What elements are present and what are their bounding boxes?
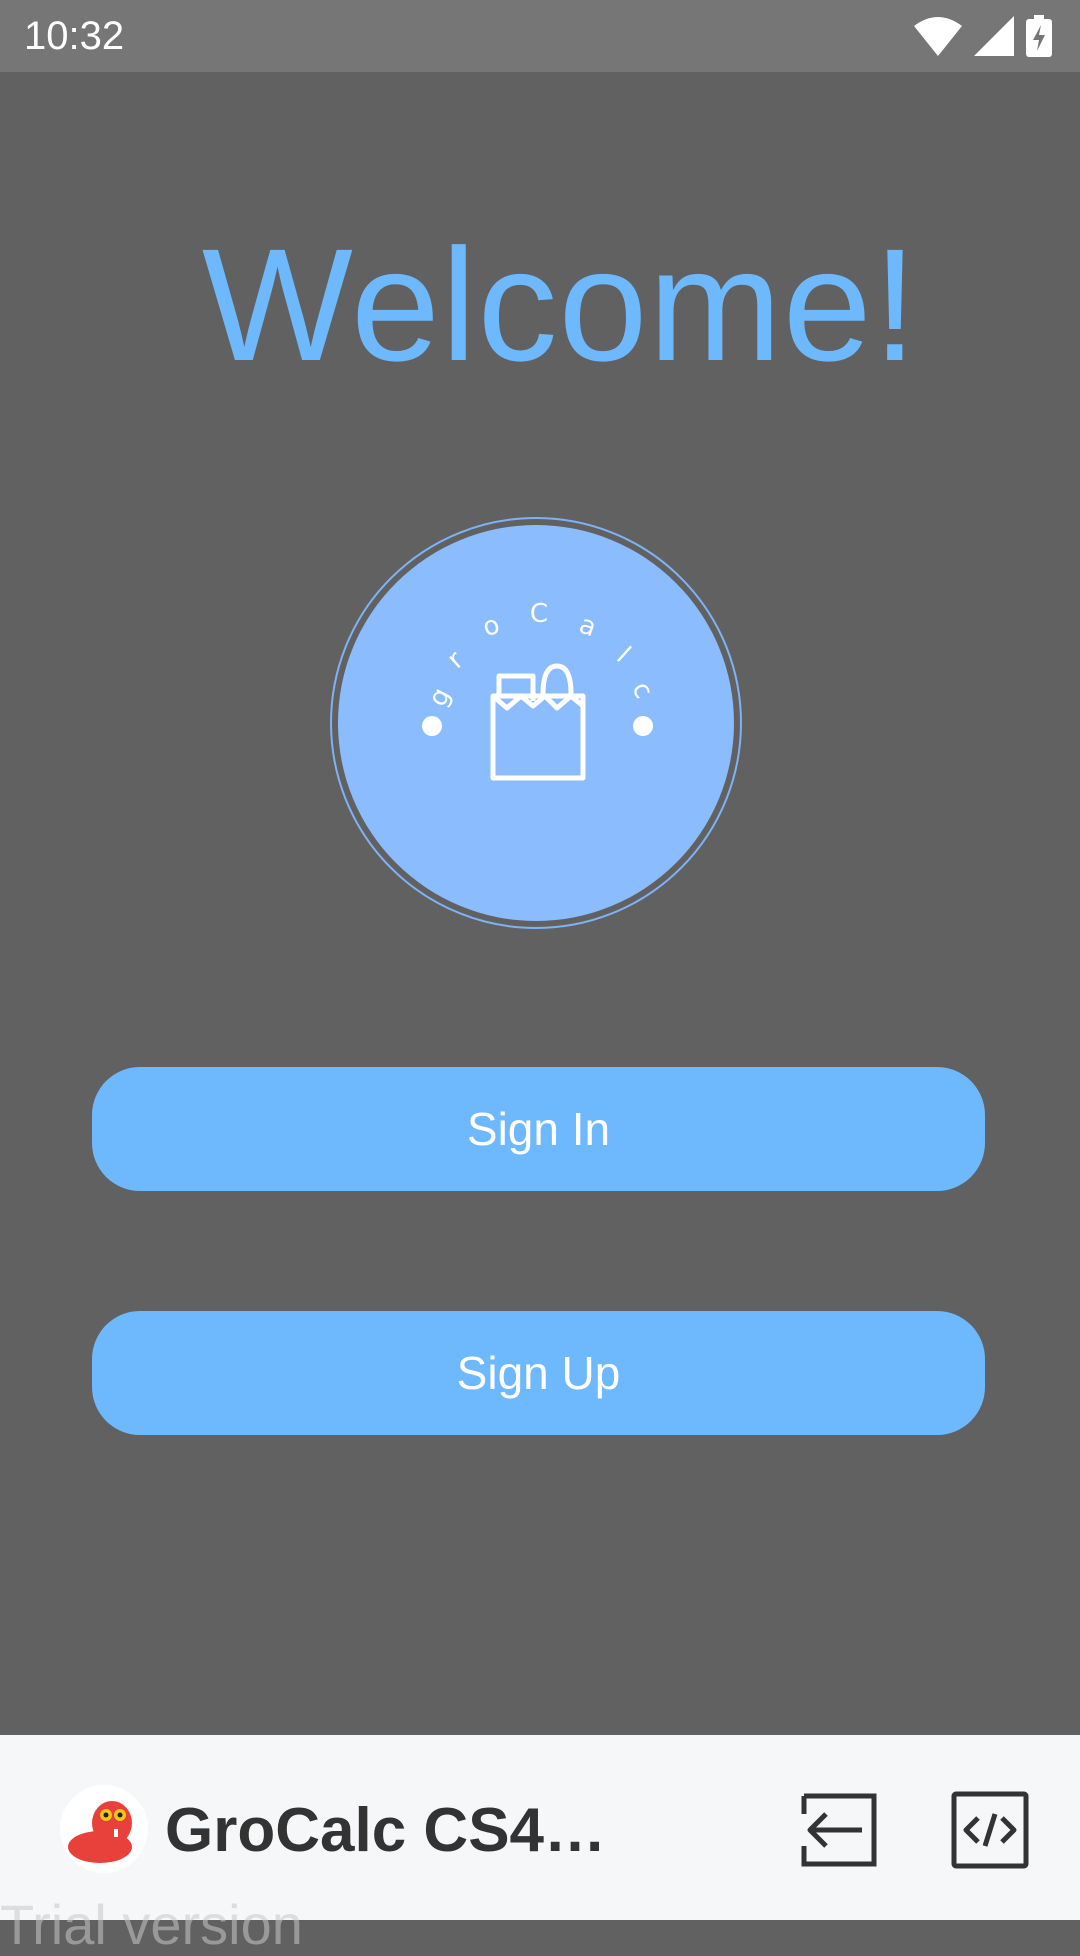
welcome-heading: Welcome! <box>201 215 919 394</box>
status-time: 10:32 <box>24 14 125 58</box>
sign-in-button[interactable]: Sign In <box>92 1067 985 1191</box>
grocalc-logo: g r o C a l c <box>329 516 743 930</box>
battery-charging-icon <box>1026 15 1052 57</box>
sign-up-label: Sign Up <box>456 1347 621 1399</box>
exit-button[interactable] <box>800 1790 880 1870</box>
app-title: GroCalc CS4R... <box>165 1796 625 1865</box>
exit-arrow-icon <box>801 1793 877 1867</box>
sign-up-button[interactable]: Sign Up <box>92 1311 985 1435</box>
svg-text:C: C <box>530 599 548 629</box>
trial-watermark: Trial version <box>0 1893 303 1956</box>
status-bar: 10:32 <box>0 0 1080 72</box>
sign-in-label: Sign In <box>466 1103 611 1155</box>
wifi-icon <box>914 16 962 56</box>
status-icons <box>914 14 1052 58</box>
code-icon <box>951 1791 1029 1869</box>
code-button[interactable] <box>950 1790 1030 1870</box>
cellular-signal-icon <box>974 16 1014 56</box>
app-mascot-icon <box>60 1785 148 1873</box>
